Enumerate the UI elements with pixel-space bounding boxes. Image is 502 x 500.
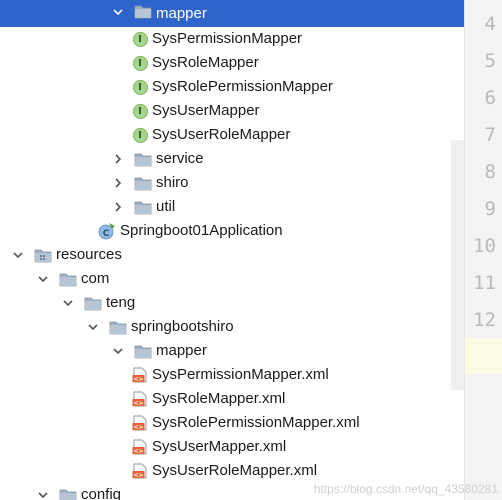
tree-node-sysusermapper[interactable]: I SysUserMapper bbox=[0, 99, 464, 123]
chevron-right-icon[interactable] bbox=[110, 147, 126, 171]
svg-text:<>: <> bbox=[133, 472, 143, 479]
folder-icon bbox=[134, 343, 152, 359]
line-number: 12 bbox=[473, 309, 496, 331]
folder-icon bbox=[59, 487, 77, 500]
chevron-down-icon[interactable] bbox=[35, 267, 51, 291]
folder-icon bbox=[59, 271, 77, 287]
tree-node-label: util bbox=[156, 198, 176, 215]
tree-node-sysrolemapper[interactable]: I SysRoleMapper bbox=[0, 51, 464, 75]
xml-file-icon: <> bbox=[131, 415, 149, 431]
spring-boot-class-icon: C bbox=[98, 223, 116, 240]
chevron-down-icon[interactable] bbox=[110, 339, 126, 363]
tree-node-teng[interactable]: teng bbox=[0, 291, 464, 315]
tree-node-util[interactable]: util bbox=[0, 195, 464, 219]
tree-node-service[interactable]: service bbox=[0, 147, 464, 171]
editor-gutter: 45678910111213 bbox=[464, 0, 502, 500]
tree-node-label: resources bbox=[56, 246, 122, 263]
line-number: 6 bbox=[484, 87, 496, 109]
line-number: 10 bbox=[473, 235, 496, 257]
tree-node-com[interactable]: com bbox=[0, 267, 464, 291]
chevron-down-icon[interactable] bbox=[35, 483, 51, 500]
interface-icon: I bbox=[131, 79, 149, 95]
tree-node-label: config bbox=[81, 486, 122, 500]
svg-text:<>: <> bbox=[133, 448, 143, 455]
folder-icon bbox=[84, 295, 102, 311]
interface-icon: I bbox=[131, 103, 149, 119]
tree-node-label: SysRoleMapper bbox=[152, 54, 259, 71]
line-number: 5 bbox=[484, 50, 496, 72]
tree-node-label: Springboot01Application bbox=[120, 222, 283, 239]
tree-node-springbootshiro[interactable]: springbootshiro bbox=[0, 315, 464, 339]
interface-icon: I bbox=[131, 55, 149, 71]
tree-node-sysusermapper-xml[interactable]: <> SysUserMapper.xml bbox=[0, 435, 464, 459]
tree-node-sysrolepermissionmapper-xml[interactable]: <> SysRolePermissionMapper.xml bbox=[0, 411, 464, 435]
folder-icon bbox=[109, 319, 127, 335]
tree-node-label: SysUserMapper.xml bbox=[152, 438, 287, 455]
chevron-down-icon[interactable] bbox=[60, 291, 76, 315]
tree-node-label: SysRolePermissionMapper bbox=[152, 78, 333, 95]
chevron-right-icon[interactable] bbox=[110, 171, 126, 195]
tree-node-mapper[interactable]: mapper bbox=[0, 0, 464, 27]
line-number: 9 bbox=[484, 198, 496, 220]
tree-node-syspermissionmapper[interactable]: I SysPermissionMapper bbox=[0, 27, 464, 51]
tree-node-syspermissionmapper-xml[interactable]: <> SysPermissionMapper.xml bbox=[0, 363, 464, 387]
xml-file-icon: <> bbox=[131, 367, 149, 383]
tree-node-label: SysRoleMapper.xml bbox=[152, 390, 286, 407]
xml-file-icon: <> bbox=[131, 439, 149, 455]
tree-node-label: SysUserRoleMapper.xml bbox=[152, 462, 318, 479]
line-number: 4 bbox=[484, 13, 496, 35]
folder-icon bbox=[134, 175, 152, 191]
svg-text:C: C bbox=[103, 229, 110, 239]
tree-node-label: com bbox=[81, 270, 110, 287]
tree-scrollbar-track[interactable] bbox=[451, 140, 464, 390]
chevron-down-icon[interactable] bbox=[10, 243, 26, 267]
tree-node-sysrolepermissionmapper[interactable]: I SysRolePermissionMapper bbox=[0, 75, 464, 99]
tree-node-label: SysPermissionMapper.xml bbox=[152, 366, 329, 383]
project-tree: mapper I SysPermissionMapper I SysRoleMapper… bbox=[0, 0, 464, 500]
line-number: 8 bbox=[484, 161, 496, 183]
tree-node-label: mapper bbox=[156, 342, 207, 359]
chevron-down-icon[interactable] bbox=[85, 315, 101, 339]
tree-node-label: mapper bbox=[156, 5, 207, 22]
tree-node-label: service bbox=[156, 150, 204, 167]
tree-node-label: springbootshiro bbox=[131, 318, 234, 335]
xml-file-icon: <> bbox=[131, 391, 149, 407]
tree-node-resources[interactable]: resources bbox=[0, 243, 464, 267]
interface-icon: I bbox=[131, 127, 149, 143]
tree-node-mapper[interactable]: mapper bbox=[0, 339, 464, 363]
folder-icon bbox=[134, 3, 152, 19]
resources-folder-icon bbox=[34, 247, 52, 263]
tree-node-sysuserrolemapper-xml[interactable]: <> SysUserRoleMapper.xml bbox=[0, 459, 464, 483]
tree-node-label: teng bbox=[106, 294, 136, 311]
chevron-right-icon[interactable] bbox=[110, 195, 126, 219]
chevron-down-icon[interactable] bbox=[110, 0, 126, 24]
tree-node-shiro[interactable]: shiro bbox=[0, 171, 464, 195]
interface-icon: I bbox=[131, 31, 149, 47]
folder-icon bbox=[134, 151, 152, 167]
xml-file-icon: <> bbox=[131, 463, 149, 479]
tree-node-label: SysUserMapper bbox=[152, 102, 260, 119]
tree-node-springboot01application[interactable]: C Springboot01Application bbox=[0, 219, 464, 243]
tree-node-label: SysRolePermissionMapper.xml bbox=[152, 414, 360, 431]
line-number: 7 bbox=[484, 124, 496, 146]
tree-node-sysrolemapper-xml[interactable]: <> SysRoleMapper.xml bbox=[0, 387, 464, 411]
watermark: https://blog.csdn.net/qq_43580281 bbox=[313, 482, 498, 496]
svg-text:<>: <> bbox=[133, 376, 143, 383]
tree-node-sysuserrolemapper[interactable]: I SysUserRoleMapper bbox=[0, 123, 464, 147]
tree-node-label: shiro bbox=[156, 174, 189, 191]
tree-node-label: SysUserRoleMapper bbox=[152, 126, 291, 143]
tree-node-label: SysPermissionMapper bbox=[152, 30, 303, 47]
line-number: 11 bbox=[473, 272, 496, 294]
svg-text:<>: <> bbox=[133, 424, 143, 431]
folder-icon bbox=[134, 199, 152, 215]
current-line-highlight bbox=[465, 338, 502, 374]
svg-text:<>: <> bbox=[133, 400, 143, 407]
